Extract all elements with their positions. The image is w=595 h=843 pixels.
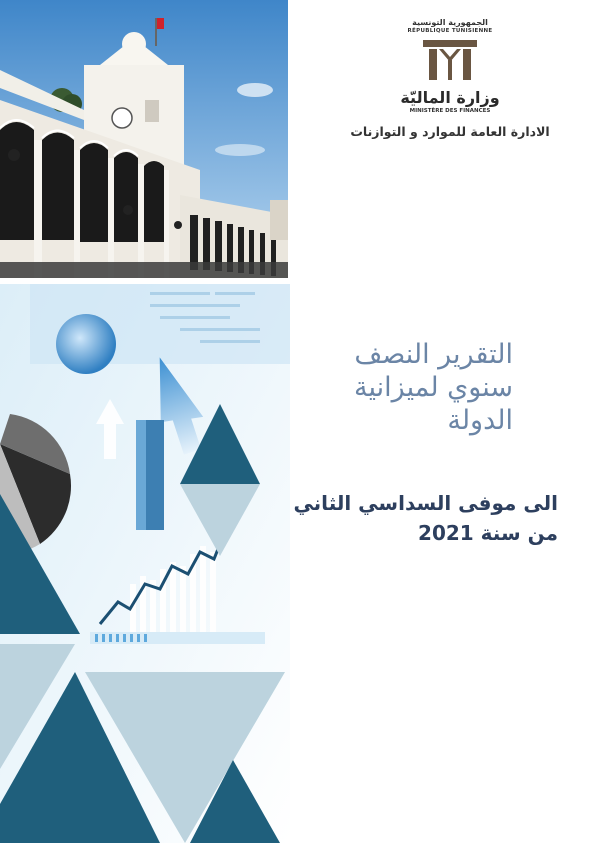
finance-collage-graphic	[0, 284, 290, 843]
subtitle-line: الى موفى السداسي الثاني	[293, 491, 558, 515]
ministry-logo-block: الجمهورية التونسية RÉPUBLIQUE TUNISIENNE…	[330, 14, 570, 139]
report-title: التقرير النصف سنوي لميزانية الدولة	[293, 338, 513, 437]
department-name: الادارة العامة للموارد و التوازنات	[350, 124, 550, 139]
ministry-columns-emblem-icon	[330, 38, 570, 86]
ministry-name-french: MINISTÈRE DES FINANCES	[409, 108, 491, 114]
republic-arabic: الجمهورية التونسية	[412, 18, 488, 27]
title-line: الدولة	[447, 405, 513, 436]
ministry-building-photo	[0, 0, 288, 278]
report-subtitle: الى موفى السداسي الثاني من سنة 2021	[278, 488, 558, 548]
republic-french: RÉPUBLIQUE TUNISIENNE	[407, 28, 493, 34]
title-line: التقرير النصف	[354, 339, 513, 370]
ministry-name-arabic: وزارة الماليّة	[400, 88, 500, 107]
subtitle-line: من سنة 2021	[418, 521, 558, 545]
title-line: سنوي لميزانية	[354, 372, 513, 403]
